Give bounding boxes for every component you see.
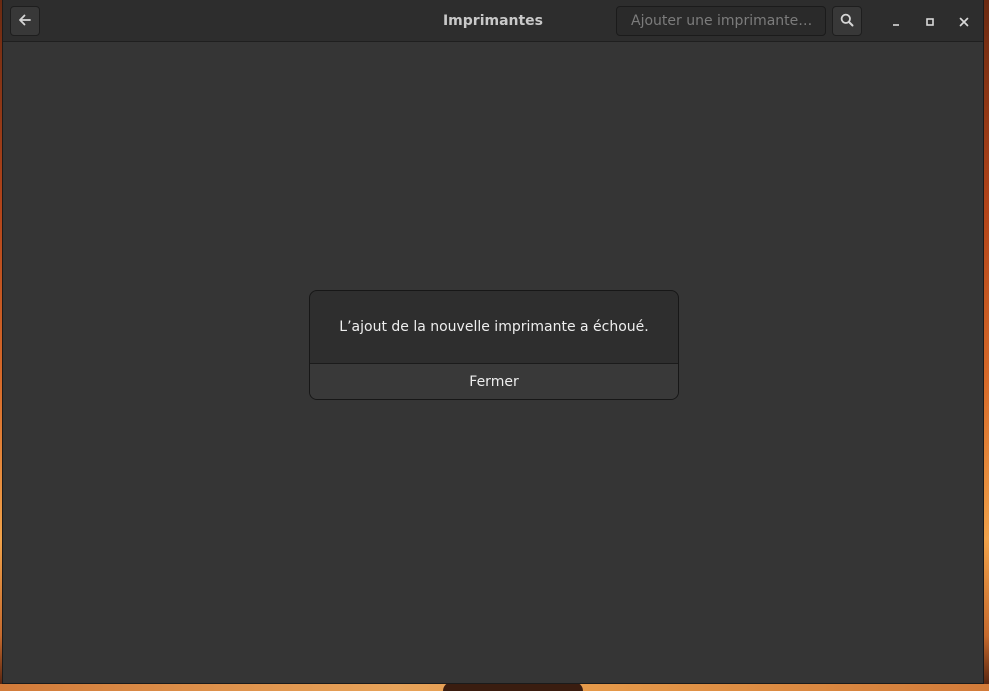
maximize-icon <box>925 12 935 31</box>
search-button[interactable] <box>832 6 862 36</box>
arrow-left-icon <box>18 12 32 31</box>
close-icon <box>959 12 969 31</box>
error-message: L’ajout de la nouvelle imprimante a écho… <box>339 319 649 335</box>
headerbar: Imprimantes <box>3 0 983 42</box>
search-icon <box>840 12 854 31</box>
maximize-button[interactable] <box>919 10 941 32</box>
back-button[interactable] <box>10 6 40 36</box>
close-dialog-button[interactable]: Fermer <box>310 364 678 399</box>
close-window-button[interactable] <box>953 10 975 32</box>
add-printer-search-input[interactable] <box>616 6 826 36</box>
error-dialog: L’ajout de la nouvelle imprimante a écho… <box>309 290 679 400</box>
minimize-icon <box>891 12 901 31</box>
printers-window: Imprimantes Ajouter une imprimante… L’aj… <box>2 0 984 684</box>
minimize-button[interactable] <box>885 10 907 32</box>
